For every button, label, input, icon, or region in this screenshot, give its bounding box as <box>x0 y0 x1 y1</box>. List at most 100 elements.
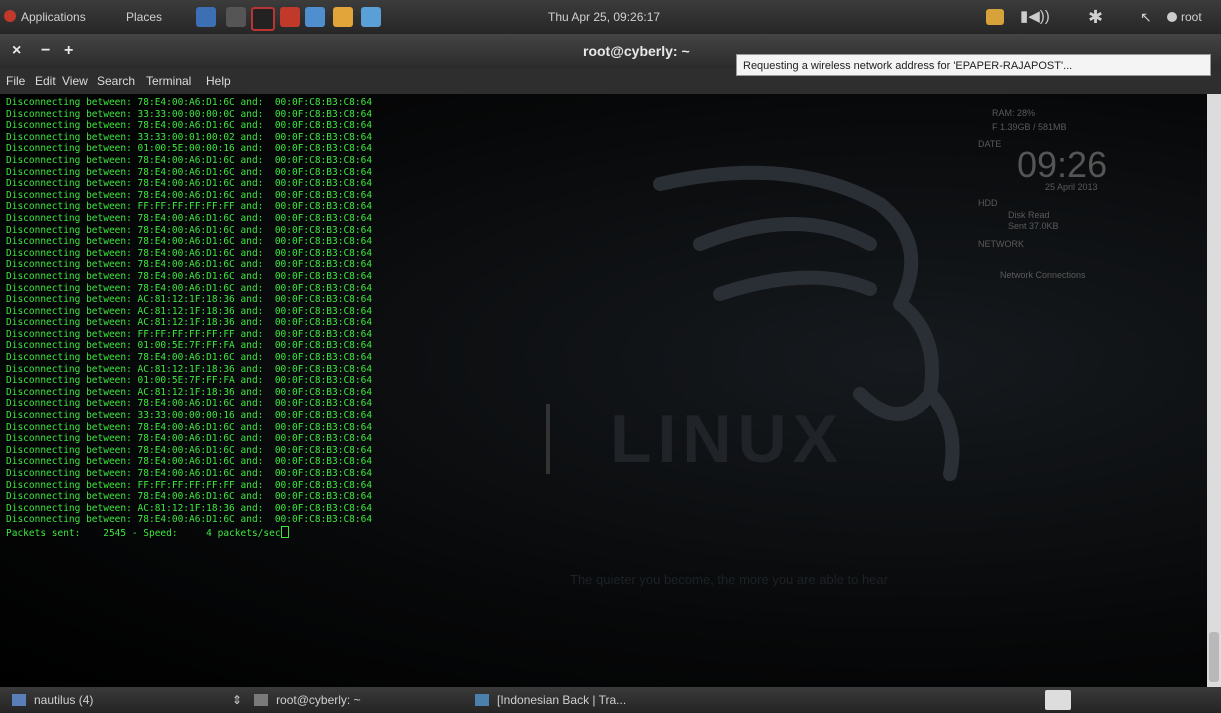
menu-terminal[interactable]: Terminal <box>146 68 191 94</box>
terminal-status-line: Packets sent: 2545 - Speed: 4 packets/se… <box>6 525 372 540</box>
scrollbar-thumb[interactable] <box>1209 632 1219 682</box>
terminal-line: Disconnecting between: 78:E4:00:A6:D1:6C… <box>6 189 373 201</box>
terminal-line: Disconnecting between: 78:E4:00:A6:D1:6C… <box>6 456 373 468</box>
conky-disk-sent: Sent 37.0KB <box>1008 221 1059 231</box>
conky-date: 25 April 2013 <box>1045 182 1098 192</box>
terminal-line: Disconnecting between: AC:81:12:1F:18:36… <box>6 317 373 329</box>
terminal-scrollbar[interactable] <box>1207 94 1221 687</box>
taskbar-item-terminal[interactable]: ⇕ root@cyberly: ~ <box>232 690 361 710</box>
terminal-line: Disconnecting between: 78:E4:00:A6:D1:6C… <box>6 270 373 282</box>
wallpaper-brand: LINUX <box>610 401 844 477</box>
terminal-line: Disconnecting between: AC:81:12:1F:18:36… <box>6 363 373 375</box>
browser-icon[interactable] <box>333 7 353 27</box>
system-icon[interactable] <box>305 7 325 27</box>
window-title: root@cyberly: ~ <box>583 43 690 59</box>
terminal-icon <box>254 694 269 706</box>
taskbar-item-browser[interactable]: [Indonesian Back | Tra... <box>475 690 626 710</box>
terminal-line: Disconnecting between: 78:E4:00:A6:D1:6C… <box>6 247 373 259</box>
packets-sent-text: Packets sent: 2545 - Speed: 4 packets/se… <box>6 527 281 539</box>
terminal-line: Disconnecting between: 78:E4:00:A6:D1:6C… <box>6 212 373 224</box>
terminal-line: Disconnecting between: FF:FF:FF:FF:FF:FF… <box>6 328 373 340</box>
terminal-cursor <box>280 525 289 538</box>
terminal-area[interactable]: LINUX The quieter you become, the more y… <box>0 94 1207 687</box>
applications-label: Applications <box>21 10 86 24</box>
menu-view[interactable]: View <box>62 68 88 94</box>
terminal-output: Disconnecting between: 78:E4:00:A6:D1:6C… <box>6 97 372 540</box>
network-tool-icon[interactable] <box>361 7 381 27</box>
terminal-line: Disconnecting between: 78:E4:00:A6:D1:6C… <box>6 178 373 190</box>
terminal-line: Disconnecting between: 33:33:00:01:00:02… <box>6 131 373 143</box>
terminal-line: Disconnecting between: 78:E4:00:A6:D1:6C… <box>6 352 373 364</box>
conky-ram-label: RAM: 28% <box>992 108 1036 118</box>
network-tooltip: Requesting a wireless network address fo… <box>736 54 1211 76</box>
conky-clock: 09:26 <box>1017 144 1108 185</box>
conky-hdd-label: HDD <box>978 198 998 208</box>
taskbar-label-browser: [Indonesian Back | Tra... <box>497 693 627 707</box>
wallpaper-slogan: The quieter you become, the more you are… <box>570 572 889 587</box>
terminal-line: Disconnecting between: AC:81:12:1F:18:36… <box>6 386 373 398</box>
taskbar-label-terminal: root@cyberly: ~ <box>276 693 361 707</box>
user-menu[interactable]: root <box>1167 0 1202 34</box>
terminal-line: Disconnecting between: 78:E4:00:A6:D1:6C… <box>6 154 373 166</box>
terminal-line: Disconnecting between: 78:E4:00:A6:D1:6C… <box>6 433 373 445</box>
terminal-line: Disconnecting between: 78:E4:00:A6:D1:6C… <box>6 236 373 248</box>
terminal-line: Disconnecting between: 78:E4:00:A6:D1:6C… <box>6 421 373 433</box>
menu-help[interactable]: Help <box>206 68 231 94</box>
updown-arrow-icon: ⇕ <box>232 693 243 707</box>
terminal-line: Disconnecting between: 78:E4:00:A6:D1:6C… <box>6 398 373 410</box>
terminal-line: Disconnecting between: 78:E4:00:A6:D1:6C… <box>6 514 373 526</box>
terminal-line: Disconnecting between: 78:E4:00:A6:D1:6C… <box>6 259 373 271</box>
taskbar-label-nautilus: nautilus (4) <box>34 693 94 707</box>
close-button[interactable]: × <box>12 34 21 68</box>
panel-clock[interactable]: Thu Apr 25, 09:26:17 <box>548 0 660 34</box>
terminal-line: Disconnecting between: 78:E4:00:A6:D1:6C… <box>6 468 373 479</box>
user-name: root <box>1181 10 1202 24</box>
bluetooth-icon[interactable]: ✱ <box>1088 0 1103 34</box>
conky-disk-read: Disk Read <box>1008 210 1050 220</box>
terminal-line: Disconnecting between: 78:E4:00:A6:D1:6C… <box>6 282 373 294</box>
file-manager-icon[interactable] <box>196 7 216 27</box>
conky-date-label: DATE <box>978 139 1002 149</box>
terminal-line: Disconnecting between: 78:E4:00:A6:D1:6C… <box>6 166 373 178</box>
notification-icon[interactable] <box>986 9 1004 25</box>
terminal-line: Disconnecting between: AC:81:12:1F:18:36… <box>6 502 373 514</box>
places-menu[interactable]: Places <box>126 0 162 34</box>
terminal-line: Disconnecting between: 78:E4:00:A6:D1:6C… <box>6 444 373 456</box>
terminal-line: Disconnecting between: 78:E4:00:A6:D1:6C… <box>6 491 373 503</box>
terminal-line: Disconnecting between: 33:33:00:00:00:16… <box>6 410 373 422</box>
terminal-line: Disconnecting between: 01:00:5E:00:00:16… <box>6 143 373 155</box>
volume-icon[interactable]: ▮◀)) <box>1020 0 1050 34</box>
conky-ram-value: F 1.39GB / 581MB <box>992 122 1067 132</box>
terminal-line: Disconnecting between: FF:FF:FF:FF:FF:FF… <box>6 201 373 213</box>
applications-menu[interactable]: Applications <box>4 0 86 34</box>
bottom-panel: nautilus (4) ⇕ root@cyberly: ~ [Indonesia… <box>0 687 1221 713</box>
menu-search[interactable]: Search <box>97 68 135 94</box>
text-editor-icon[interactable] <box>226 7 246 27</box>
terminal-line: Disconnecting between: AC:81:12:1F:18:36… <box>6 294 373 306</box>
taskbar-item-nautilus[interactable]: nautilus (4) <box>12 690 93 710</box>
user-icon <box>1167 12 1177 22</box>
menu-edit[interactable]: Edit <box>35 68 56 94</box>
terminal-launcher-icon[interactable] <box>251 7 275 31</box>
terminal-line: Disconnecting between: 01:00:5E:7F:FF:FA… <box>6 375 373 387</box>
kali-dragon-icon <box>4 10 16 22</box>
top-panel: Applications Places Thu Apr 25, 09:26:17… <box>0 0 1221 34</box>
terminal-line: Disconnecting between: 78:E4:00:A6:D1:6C… <box>6 120 373 132</box>
terminal-line: Disconnecting between: FF:FF:FF:FF:FF:FF… <box>6 479 373 491</box>
minimize-button[interactable]: − <box>41 34 50 68</box>
browser-window-icon <box>475 694 489 706</box>
terminal-line: Disconnecting between: AC:81:12:1F:18:36… <box>6 305 373 317</box>
maximize-button[interactable]: + <box>64 34 73 68</box>
conky-network-label: NETWORK <box>978 239 1024 249</box>
folder-icon <box>12 694 26 706</box>
metasploit-icon[interactable] <box>280 7 300 27</box>
workspace-switcher[interactable] <box>1045 690 1071 710</box>
conky-network-status: Network Connections <box>1000 270 1086 280</box>
mouse-cursor-icon: ↖ <box>1140 9 1152 25</box>
terminal-line: Disconnecting between: 78:E4:00:A6:D1:6C… <box>6 224 373 236</box>
places-label: Places <box>126 10 163 24</box>
terminal-line: Disconnecting between: 78:E4:00:A6:D1:6C… <box>6 97 373 108</box>
terminal-line: Disconnecting between: 33:33:00:00:00:0C… <box>6 108 373 120</box>
menu-file[interactable]: File <box>6 68 25 94</box>
terminal-line: Disconnecting between: 01:00:5E:7F:FF:FA… <box>6 340 373 352</box>
